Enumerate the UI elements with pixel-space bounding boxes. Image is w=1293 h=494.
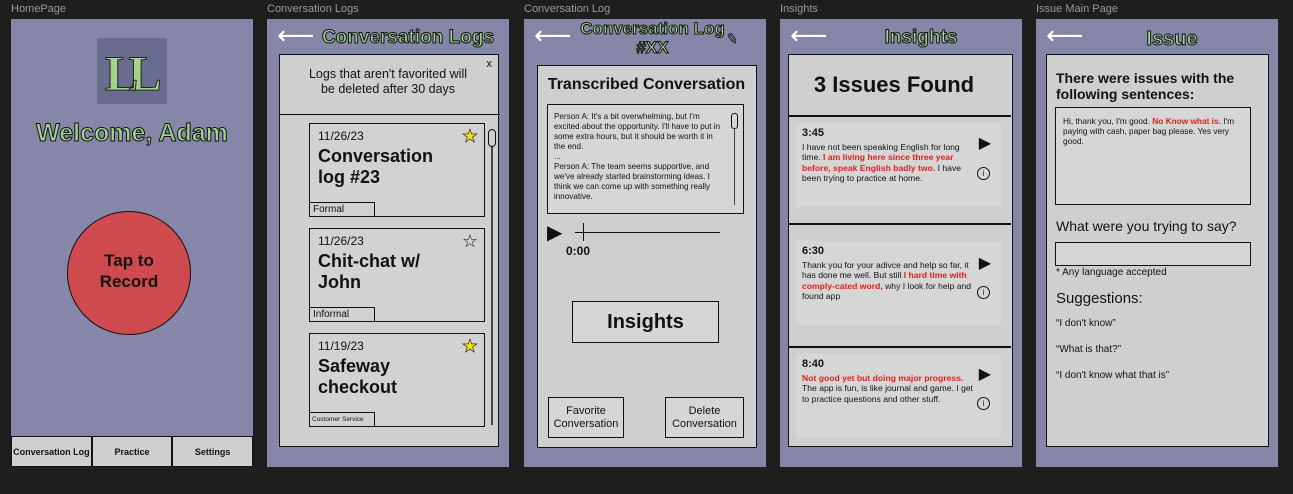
scrollbar-thumb[interactable] xyxy=(488,129,496,147)
star-filled-icon[interactable]: ★ xyxy=(462,336,479,357)
log-date: 11/26/23 xyxy=(318,129,364,143)
notice-text: Logs that aren't favorited will be delet… xyxy=(308,67,468,96)
record-label-line2: Record xyxy=(99,272,159,291)
transcript-scroll-thumb[interactable] xyxy=(731,113,738,129)
log-title: Safeway checkout xyxy=(318,356,398,397)
log-title: Conversation log #23 xyxy=(318,146,434,187)
issue-time: 6:30 xyxy=(802,245,825,257)
log-tag: Formal xyxy=(309,202,375,217)
info-icon[interactable]: i xyxy=(977,286,990,299)
log-title: Chit-chat w/ John xyxy=(318,251,420,292)
audio-progress-handle[interactable] xyxy=(583,223,584,241)
nav-conversation-log[interactable]: Conversation Log xyxy=(11,436,92,467)
suggestion-item[interactable]: “I don't know what that is” xyxy=(1056,370,1169,381)
insights-button[interactable]: Insights xyxy=(572,301,719,343)
insights-frame: ⟵ Insights 3 Issues Found 3:45 I have no… xyxy=(780,19,1022,467)
issue-card[interactable]: 3:45 I have not been speaking English fo… xyxy=(796,123,1001,207)
play-icon[interactable]: ▶ xyxy=(547,220,562,245)
meaning-input[interactable] xyxy=(1055,242,1251,266)
issue-text-error: Not good yet but doing major progress. xyxy=(802,372,964,383)
suggestions-heading: Suggestions: xyxy=(1056,290,1143,307)
bottom-nav: Conversation Log Practice Settings xyxy=(11,436,254,467)
welcome-heading: Welcome, Adam xyxy=(36,119,229,148)
home-frame: LL Welcome, Adam Tap to Record Conversat… xyxy=(11,19,254,467)
issue-sentence: Hi, thank you, I'm good. No Know what is… xyxy=(1063,116,1245,146)
insights-panel: 3 Issues Found 3:45 I have not been spea… xyxy=(788,54,1013,447)
nav-practice[interactable]: Practice xyxy=(91,436,173,467)
nav-settings[interactable]: Settings xyxy=(172,436,254,467)
star-filled-icon[interactable]: ★ xyxy=(462,126,479,147)
record-label-line1: Tap to xyxy=(104,251,154,270)
suggestion-item[interactable]: “What is that?” xyxy=(1056,344,1121,355)
issue-sentence-error: No Know what is. xyxy=(1152,116,1221,126)
log-date: 11/26/23 xyxy=(318,234,364,248)
issue-time: 8:40 xyxy=(802,358,825,370)
issue-sentence-box: Hi, thank you, I'm good. No Know what is… xyxy=(1055,107,1251,205)
conversation-panel: Transcribed Conversation Person A: It's … xyxy=(537,65,757,448)
scrollbar-track[interactable] xyxy=(491,135,493,425)
divider xyxy=(789,223,1011,225)
issue-panel: There were issues with the following sen… xyxy=(1046,54,1269,447)
issues-count-heading: 3 Issues Found xyxy=(813,72,975,97)
frame-label-log: Conversation Log xyxy=(524,3,611,15)
favorite-conversation-button[interactable]: Favorite Conversation xyxy=(548,397,624,438)
insights-title: Insights xyxy=(884,27,958,49)
issue-text-error: I am living here since three year before… xyxy=(802,152,954,173)
app-logo: LL xyxy=(97,38,167,104)
logs-title: Conversation Logs xyxy=(321,27,495,49)
issue-text-after: The app is fun, is like journal and game… xyxy=(802,383,974,404)
log-tag: Customer Service xyxy=(309,412,375,427)
issue-card[interactable]: 6:30 Thank you for your adivce and help … xyxy=(796,241,1001,325)
issue-card[interactable]: 8:40 Not good yet but doing major progre… xyxy=(796,354,1001,438)
divider xyxy=(789,346,1011,348)
issue-text: I have not been speaking English for lon… xyxy=(802,142,974,184)
suggestion-item[interactable]: “I don't know” xyxy=(1056,318,1116,329)
language-note: * Any language accepted xyxy=(1056,267,1167,278)
issue-title: Issue xyxy=(1146,28,1198,51)
logo-text: LL xyxy=(105,45,163,102)
log-frame: ⟵ Conversation Log #XX ✎ Transcribed Con… xyxy=(524,19,766,467)
record-button[interactable]: Tap to Record xyxy=(67,211,191,335)
divider xyxy=(789,115,1011,117)
log-tag: Informal xyxy=(309,307,375,322)
issue-sentence-before: Hi, thank you, I'm good. xyxy=(1063,116,1153,126)
star-empty-icon[interactable]: ☆ xyxy=(462,231,478,252)
play-icon[interactable]: ▶ xyxy=(979,367,991,382)
info-icon[interactable]: i xyxy=(977,167,990,180)
play-icon[interactable]: ▶ xyxy=(979,256,991,271)
issue-text: Thank you for your adivce and help so fa… xyxy=(802,260,974,302)
info-icon[interactable]: i xyxy=(977,397,990,410)
frame-label-home: HomePage xyxy=(11,3,67,15)
close-notice-button[interactable]: x xyxy=(487,58,493,70)
frame-label-issue: Issue Main Page xyxy=(1036,3,1118,15)
log-card[interactable]: 11/26/23 ★ Conversation log #23 Formal xyxy=(309,123,485,217)
issue-time: 3:45 xyxy=(802,127,825,139)
transcript-box: Person A: It's a bit overwhelming, but I… xyxy=(547,104,744,214)
play-icon[interactable]: ▶ xyxy=(979,136,991,151)
transcribed-heading: Transcribed Conversation xyxy=(547,76,746,93)
transcript-text: Person A: It's a bit overwhelming, but I… xyxy=(554,112,721,201)
logs-frame: ⟵ Conversation Logs Logs that aren't fav… xyxy=(267,19,509,467)
audio-progress-track[interactable] xyxy=(575,232,720,233)
question-label: What were you trying to say? xyxy=(1056,218,1237,234)
issue-heading: There were issues with the following sen… xyxy=(1056,70,1235,102)
notice-banner: Logs that aren't favorited will be delet… xyxy=(280,55,500,115)
issue-frame: ⟵ Issue There were issues with the follo… xyxy=(1036,19,1278,467)
log-card[interactable]: 11/26/23 ☆ Chit-chat w/ John Informal xyxy=(309,228,485,322)
log-date: 11/19/23 xyxy=(318,339,364,353)
delete-conversation-button[interactable]: Delete Conversation xyxy=(665,397,744,438)
issue-text: Not good yet but doing major progress. T… xyxy=(802,373,974,405)
frame-label-insights: Insights xyxy=(780,3,818,15)
audio-time: 0:00 xyxy=(566,244,591,258)
log-card[interactable]: 11/19/23 ★ Safeway checkout Customer Ser… xyxy=(309,333,485,427)
frame-label-logs: Conversation Logs xyxy=(267,3,359,15)
logs-panel: Logs that aren't favorited will be delet… xyxy=(279,54,500,447)
